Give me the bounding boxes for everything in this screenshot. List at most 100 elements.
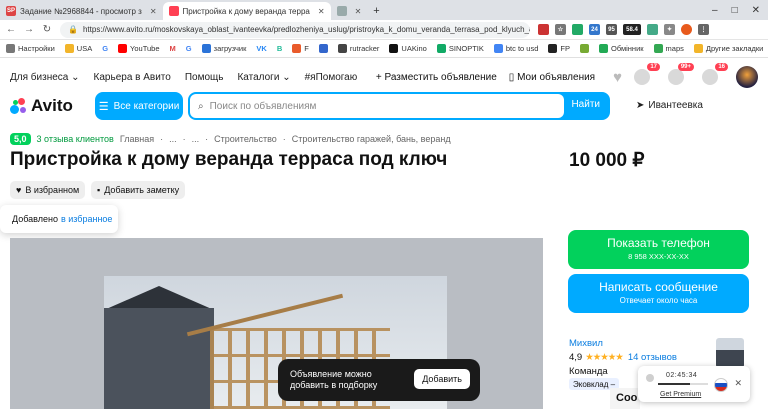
extension-badge-icon[interactable]: 95 bbox=[606, 24, 617, 35]
collection-toast: Объявление можно добавить в подборку Доб… bbox=[278, 359, 480, 401]
seller-avatar[interactable] bbox=[716, 338, 744, 368]
bookmark-blank-2[interactable] bbox=[580, 44, 589, 53]
profile-icon[interactable] bbox=[681, 24, 692, 35]
my-ads-link[interactable]: ▯ Мои объявления bbox=[509, 72, 595, 83]
nav-ya-pomogayu[interactable]: #яПомогаю bbox=[305, 72, 358, 83]
close-icon[interactable]: ✕ bbox=[150, 7, 157, 16]
breadcrumb-separator: · bbox=[160, 134, 164, 144]
favorite-button[interactable]: ♥ В избранном bbox=[10, 181, 86, 199]
search-input[interactable]: ⌕ Поиск по объявлениям bbox=[190, 94, 564, 118]
browser-tab-2[interactable]: Пристройка к дому веранда терра ✕ bbox=[162, 2, 331, 20]
show-phone-button[interactable]: Показать телефон 8 958 XXX-XX-XX bbox=[568, 230, 749, 269]
close-window-button[interactable]: ✕ bbox=[752, 5, 760, 16]
bookmark-exchanger[interactable]: Обмінник bbox=[599, 44, 644, 53]
browser-tab-3[interactable]: ✕ bbox=[331, 2, 368, 20]
cart-icon[interactable]: 16 bbox=[702, 63, 728, 85]
bookmark-rutracker[interactable]: rutracker bbox=[337, 44, 379, 53]
extension-icon[interactable] bbox=[572, 24, 583, 35]
bookmark-f[interactable]: F bbox=[292, 44, 309, 53]
seller-name[interactable]: Михвил bbox=[569, 338, 677, 349]
heart-icon[interactable]: ♥ bbox=[613, 69, 622, 86]
write-message-button[interactable]: Написать сообщение Отвечает около часа bbox=[568, 274, 749, 313]
menu-icon[interactable]: ⋮ bbox=[698, 24, 709, 35]
player-icon[interactable] bbox=[646, 374, 654, 382]
bookmark-google-2[interactable]: G bbox=[186, 44, 192, 53]
photo-roof bbox=[104, 286, 214, 310]
price: 10 000 ₽ bbox=[569, 150, 645, 171]
breadcrumb-home[interactable]: Главная bbox=[120, 134, 154, 144]
bookmark-google[interactable]: G bbox=[102, 44, 108, 53]
tab-favicon: SP bbox=[6, 6, 16, 16]
extension-icon[interactable] bbox=[647, 24, 658, 35]
document-icon: ▯ bbox=[508, 71, 515, 83]
bookmark-b[interactable]: B bbox=[277, 44, 282, 53]
seller-reviews-link[interactable]: 14 отзывов bbox=[628, 352, 677, 363]
get-premium-link[interactable]: Get Premium bbox=[660, 391, 701, 398]
download-icon bbox=[201, 44, 211, 53]
forward-icon[interactable]: → bbox=[24, 24, 34, 35]
avito-logo[interactable]: Avito bbox=[10, 96, 73, 116]
breadcrumb-collapsed-2[interactable]: ... bbox=[192, 134, 200, 144]
map-pin-icon bbox=[653, 44, 663, 53]
add-to-collection-button[interactable]: Добавить bbox=[414, 369, 470, 389]
minimize-button[interactable]: – bbox=[712, 5, 718, 16]
url-input[interactable]: 🔒 https://www.avito.ru/moskovskaya_oblas… bbox=[60, 21, 530, 38]
bookmark-gmail[interactable]: M bbox=[170, 44, 176, 53]
new-tab-button[interactable]: + bbox=[367, 2, 385, 20]
nav-catalogs[interactable]: Каталоги ⌄ bbox=[237, 72, 290, 83]
bookmark-fp[interactable]: FP bbox=[548, 44, 570, 53]
cart-badge: 16 bbox=[715, 63, 728, 71]
bell-icon[interactable]: 99+ bbox=[668, 63, 694, 85]
favorites-link[interactable]: в избранное bbox=[61, 214, 112, 224]
breadcrumb-collapsed[interactable]: ... bbox=[169, 134, 177, 144]
note-icon: ▪ bbox=[97, 185, 101, 195]
extension-icon[interactable] bbox=[538, 24, 549, 35]
bookmark-uakino[interactable]: UAKino bbox=[389, 44, 427, 53]
maximize-button[interactable]: □ bbox=[732, 5, 738, 16]
nav-business[interactable]: Для бизнеса ⌄ bbox=[10, 72, 80, 83]
add-note-button[interactable]: ▪ Добавить заметку bbox=[91, 181, 186, 199]
post-ad-link[interactable]: + Разместить объявление bbox=[376, 72, 497, 83]
bookmark-usa[interactable]: USA bbox=[64, 44, 92, 53]
extension-badge-icon[interactable]: 24 bbox=[589, 24, 600, 35]
breadcrumb-subcategory[interactable]: Строительство гаражей, бань, веранд bbox=[292, 134, 451, 144]
bookmarks-bar: Настройки USA G YouTube M G загрузчик VK… bbox=[0, 40, 768, 58]
russia-flag-icon[interactable] bbox=[714, 378, 728, 392]
heart-icon: ♥ bbox=[16, 185, 22, 195]
puzzle-icon[interactable]: ✦ bbox=[664, 24, 675, 35]
bookmark-youtube[interactable]: YouTube bbox=[118, 44, 160, 53]
avatar[interactable] bbox=[736, 66, 758, 88]
bookmark-maps[interactable]: maps bbox=[653, 44, 684, 53]
ltc-price-icon[interactable]: 58.4 bbox=[623, 24, 641, 35]
all-categories-button[interactable]: ☰ Все категории bbox=[95, 92, 183, 120]
star-icon[interactable]: ☆ bbox=[555, 24, 566, 35]
close-icon[interactable]: ✕ bbox=[318, 7, 325, 16]
bookmark-settings[interactable]: Настройки bbox=[6, 44, 55, 53]
close-icon[interactable]: ✕ bbox=[355, 7, 362, 16]
google-icon bbox=[493, 44, 503, 53]
favorite-toast: Добавлено в избранное bbox=[0, 205, 118, 233]
bookmark-downloader[interactable]: загрузчик bbox=[201, 44, 246, 53]
bookmark-btc[interactable]: btc to usd bbox=[493, 44, 538, 53]
bookmark-vk[interactable]: VK bbox=[256, 44, 266, 53]
bookmark-other[interactable]: Другие закладки bbox=[693, 44, 763, 53]
bookmark-blank[interactable] bbox=[318, 44, 328, 53]
lock-icon: 🔒 bbox=[68, 25, 78, 34]
back-icon[interactable]: ← bbox=[6, 24, 16, 35]
nav-career[interactable]: Карьера в Авито bbox=[94, 72, 171, 83]
search-button[interactable]: Найти bbox=[571, 99, 600, 110]
breadcrumb-construction[interactable]: Строительство bbox=[214, 134, 277, 144]
close-icon[interactable]: ✕ bbox=[734, 378, 742, 389]
bookmark-icon bbox=[318, 44, 328, 53]
seller-rating: 4,9 ★★★★★ 14 отзывов bbox=[569, 352, 677, 363]
browser-tab-1[interactable]: SP Задание №2968844 - просмотр з ✕ bbox=[0, 2, 163, 20]
bookmark-sinoptik[interactable]: SINOPTIK bbox=[436, 44, 484, 53]
nav-help[interactable]: Помощь bbox=[185, 72, 224, 83]
player-progress[interactable] bbox=[658, 383, 708, 385]
reload-icon[interactable]: ↻ bbox=[42, 24, 52, 35]
breadcrumb: 5,0 3 отзыва клиентов Главная · ... · ..… bbox=[10, 133, 451, 145]
messages-icon[interactable]: 17 bbox=[634, 63, 660, 85]
reviews-link[interactable]: 3 отзыва клиентов bbox=[37, 134, 114, 144]
location-selector[interactable]: ➤ Ивантеевка bbox=[636, 100, 703, 111]
weather-icon bbox=[436, 44, 446, 53]
